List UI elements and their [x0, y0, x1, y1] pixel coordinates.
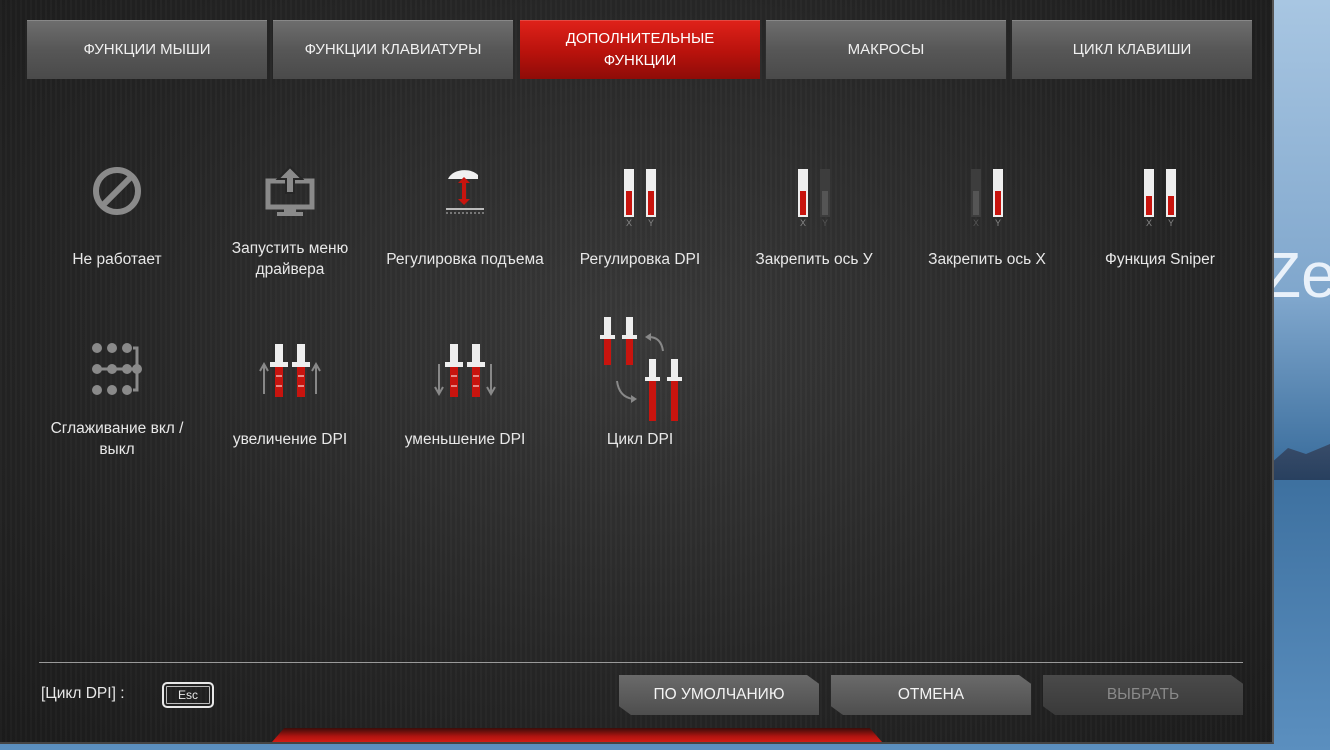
y-axis-label: Y [1168, 218, 1174, 226]
disabled-icon [93, 166, 141, 215]
function-label: Функция Sniper [1105, 250, 1215, 268]
tab-keyboard-functions[interactable]: ФУНКЦИИ КЛАВИАТУРЫ [273, 20, 513, 79]
settings-window: ФУНКЦИИ МЫШИ ФУНКЦИИ КЛАВИАТУРЫ ДОПОЛНИТ… [0, 0, 1274, 744]
tab-mouse-functions[interactable]: ФУНКЦИИ МЫШИ [27, 20, 267, 79]
function-label: Регулировка DPI [579, 250, 701, 268]
function-label: Закрепить ось X [928, 250, 1046, 268]
tab-macros[interactable]: МАКРОСЫ [766, 20, 1006, 79]
dpi-up-icon [259, 343, 321, 397]
function-lock-x-axis[interactable]: X Y Закрепить ось X [907, 143, 1067, 280]
function-label: увеличение DPI [232, 430, 348, 448]
function-label: Запустить меню драйвера [231, 240, 349, 278]
tab-additional-functions[interactable]: ДОПОЛНИТЕЛЬНЫЕ ФУНКЦИИ [520, 20, 760, 79]
function-sniper[interactable]: X Y Функция Sniper [1080, 143, 1240, 280]
function-label: Не работает [72, 250, 162, 268]
function-label: Регулировка подъема [386, 250, 544, 268]
function-disabled[interactable]: Не работает [37, 143, 197, 280]
default-button[interactable]: ПО УМОЛЧАНИЮ [619, 675, 819, 715]
y-axis-label: Y [822, 218, 828, 226]
lock-y-axis-icon: X Y [798, 168, 830, 226]
tab-label: ФУНКЦИИ КЛАВИАТУРЫ [304, 40, 482, 58]
function-lift-adjust[interactable]: Регулировка подъема [385, 143, 545, 280]
function-driver-menu[interactable]: Запустить меню драйвера [210, 143, 370, 280]
lift-adjust-icon [446, 169, 484, 214]
bottom-accent-bar [272, 728, 882, 742]
x-axis-label: X [973, 218, 979, 226]
tab-label: ЦИКЛ КЛАВИШИ [1072, 40, 1192, 58]
desktop-wallpaper-mountain [1270, 444, 1330, 480]
driver-menu-icon [265, 165, 315, 216]
function-label: Закрепить ось У [755, 250, 873, 268]
y-axis-label: Y [648, 218, 654, 226]
x-axis-label: X [800, 218, 806, 226]
dpi-adjust-icon: X Y [624, 168, 656, 226]
assignment-label: [Цикл DPI] : [41, 685, 125, 702]
cancel-button[interactable]: ОТМЕНА [831, 675, 1031, 715]
function-smoothing[interactable]: Сглаживание вкл / выкл [37, 323, 197, 460]
tab-label: ДОПОЛНИТЕЛЬНЫЕ ФУНКЦИИ [565, 29, 715, 69]
y-axis-label: Y [995, 218, 1001, 226]
function-dpi-adjust[interactable]: X Y Регулировка DPI [560, 143, 720, 280]
tab-key-cycle[interactable]: ЦИКЛ КЛАВИШИ [1012, 20, 1252, 79]
tab-label: ФУНКЦИИ МЫШИ [83, 40, 211, 58]
function-dpi-cycle[interactable]: Цикл DPI [560, 317, 720, 460]
x-axis-label: X [1146, 218, 1152, 226]
footer-divider [39, 662, 1243, 663]
lock-x-axis-icon: X Y [971, 168, 1003, 226]
tab-label: МАКРОСЫ [847, 40, 925, 58]
dpi-down-icon [434, 343, 496, 397]
dpi-cycle-icon [600, 317, 682, 421]
assigned-key-badge: Esc [162, 682, 214, 708]
x-axis-label: X [626, 218, 632, 226]
sniper-icon: X Y [1144, 168, 1176, 226]
select-button[interactable]: ВЫБРАТЬ [1043, 675, 1243, 715]
function-label: Сглаживание вкл / выкл [50, 420, 184, 458]
smoothing-icon [92, 342, 142, 395]
function-label: уменьшение DPI [404, 430, 526, 448]
function-dpi-decrease[interactable]: уменьшение DPI [385, 323, 545, 460]
function-dpi-increase[interactable]: увеличение DPI [210, 323, 370, 460]
function-lock-y-axis[interactable]: X Y Закрепить ось У [734, 143, 894, 280]
